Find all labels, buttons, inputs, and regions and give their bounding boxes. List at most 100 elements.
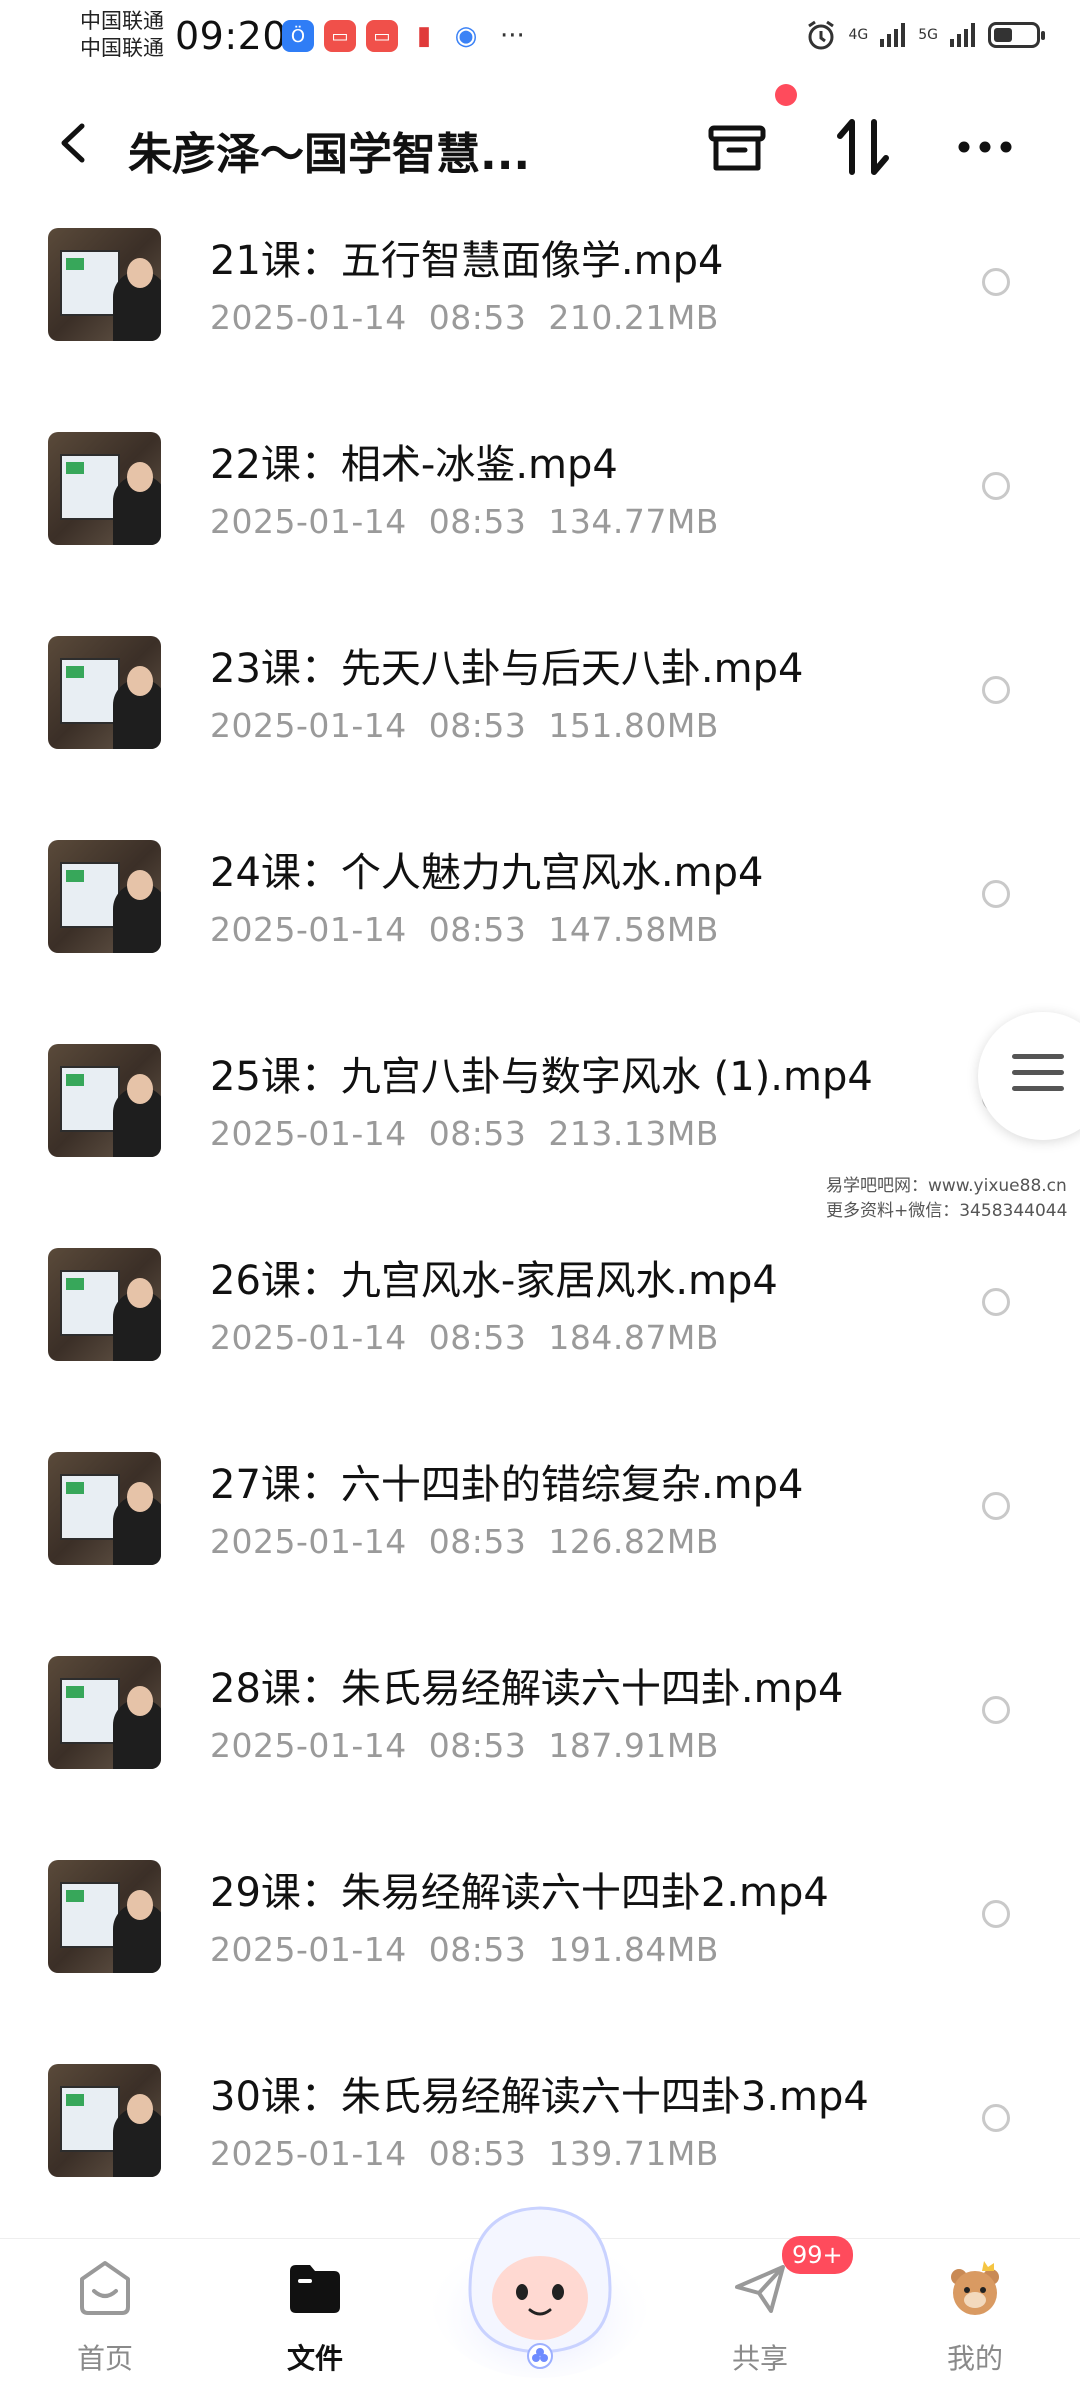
status-bar: 中国联通 中国联通 09:20 Ö ▭ ▭ ▮ ◉ ··· 4G 5G: [0, 0, 1080, 76]
file-name: 30课：朱氏易经解读六十四卦3.mp4: [210, 2074, 869, 2120]
battery-icon: [988, 22, 1045, 48]
select-checkbox[interactable]: [982, 1696, 1010, 1724]
folder-icon: [290, 2265, 340, 2313]
watermark-line-1: 易学吧吧网：www.yixue88.cn: [826, 1176, 1067, 1196]
file-date: 2025-01-14: [210, 1318, 407, 1357]
globe-icon: ◉: [450, 20, 482, 52]
carrier-1: 中国联通: [80, 9, 164, 33]
video-thumbnail: [48, 228, 161, 341]
file-name: 27课：六十四卦的错综复杂.mp4: [210, 1462, 804, 1508]
select-checkbox[interactable]: [982, 472, 1010, 500]
file-name: 23课：先天八卦与后天八卦.mp4: [210, 646, 804, 692]
file-time: 08:53: [428, 502, 527, 541]
file-date: 2025-01-14: [210, 298, 407, 337]
file-date: 2025-01-14: [210, 706, 407, 745]
file-size: 213.13MB: [548, 1114, 719, 1153]
video-thumbnail: [48, 2064, 161, 2177]
more-options-icon[interactable]: [950, 112, 1020, 182]
nav-files[interactable]: 文件: [245, 2257, 385, 2377]
menu-icon: [1012, 1054, 1064, 1102]
file-row[interactable]: 29课：朱易经解读六十四卦2.mp4 2025-01-14 08:53 191.8…: [0, 1842, 1080, 2046]
file-row[interactable]: 26课：九宫风水-家居风水.mp4 2025-01-14 08:53 184.87…: [0, 1230, 1080, 1434]
avatar-icon: [951, 2261, 999, 2315]
select-checkbox[interactable]: [982, 1900, 1010, 1928]
home-icon: [80, 2261, 130, 2315]
file-meta: 2025-01-14 08:53 126.82MB: [210, 1522, 719, 1561]
file-row[interactable]: 22课：相术-冰鉴.mp4 2025-01-14 08:53 134.77MB: [0, 414, 1080, 618]
file-meta: 2025-01-14 08:53 184.87MB: [210, 1318, 719, 1357]
file-date: 2025-01-14: [210, 1726, 407, 1765]
nav-files-label: 文件: [286, 2342, 343, 2375]
file-meta: 2025-01-14 08:53 210.21MB: [210, 298, 719, 337]
file-size: 210.21MB: [548, 298, 719, 337]
status-time: 09:20: [175, 14, 288, 58]
nav-mine[interactable]: 我的: [905, 2257, 1045, 2377]
file-size: 134.77MB: [548, 502, 719, 541]
share-count-badge: 99+: [782, 2236, 853, 2274]
file-name: 28课：朱氏易经解读六十四卦.mp4: [210, 1666, 844, 1712]
select-checkbox[interactable]: [982, 1288, 1010, 1316]
file-time: 08:53: [428, 1522, 527, 1561]
file-meta: 2025-01-14 08:53 134.77MB: [210, 502, 719, 541]
signal-icon: [950, 23, 975, 47]
file-size: 139.71MB: [548, 2134, 719, 2173]
file-time: 08:53: [428, 1114, 527, 1153]
file-row[interactable]: 28课：朱氏易经解读六十四卦.mp4 2025-01-14 08:53 187.9…: [0, 1638, 1080, 1842]
file-name: 26课：九宫风水-家居风水.mp4: [210, 1258, 778, 1304]
status-right: 4G 5G: [804, 18, 1045, 52]
video-thumbnail: [48, 1248, 161, 1361]
file-time: 08:53: [428, 298, 527, 337]
app-notification-icon: ▭: [366, 20, 398, 52]
file-size: 187.91MB: [548, 1726, 719, 1765]
file-time: 08:53: [428, 1930, 527, 1969]
select-checkbox[interactable]: [982, 880, 1010, 908]
carrier-2: 中国联通: [80, 36, 164, 60]
file-meta: 2025-01-14 08:53 147.58MB: [210, 910, 719, 949]
select-checkbox[interactable]: [982, 268, 1010, 296]
file-name: 22课：相术-冰鉴.mp4: [210, 442, 618, 488]
file-row[interactable]: 27课：六十四卦的错综复杂.mp4 2025-01-14 08:53 126.82…: [0, 1434, 1080, 1638]
video-thumbnail: [48, 1656, 161, 1769]
file-size: 184.87MB: [548, 1318, 719, 1357]
nav-home-label: 首页: [76, 2342, 133, 2375]
file-meta: 2025-01-14 08:53 151.80MB: [210, 706, 719, 745]
file-date: 2025-01-14: [210, 2134, 407, 2173]
file-time: 08:53: [428, 1726, 527, 1765]
file-time: 08:53: [428, 2134, 527, 2173]
video-thumbnail: [48, 432, 161, 545]
recycle-bin-icon[interactable]: [702, 112, 772, 182]
file-time: 08:53: [428, 706, 527, 745]
nav-mine-label: 我的: [946, 2342, 1003, 2375]
nav-share-label: 共享: [731, 2342, 788, 2375]
file-row[interactable]: 21课：五行智慧面像学.mp4 2025-01-14 08:53 210.21MB: [0, 210, 1080, 414]
video-thumbnail: [48, 1044, 161, 1157]
file-name: 24课：个人魅力九宫风水.mp4: [210, 850, 764, 896]
file-date: 2025-01-14: [210, 1522, 407, 1561]
sort-icon[interactable]: [828, 112, 898, 182]
alarm-icon: [808, 20, 835, 50]
file-list: 21课：五行智慧面像学.mp4 2025-01-14 08:53 210.21MB…: [0, 210, 1080, 2250]
file-size: 191.84MB: [548, 1930, 719, 1969]
select-checkbox[interactable]: [982, 676, 1010, 704]
notification-dot: [775, 84, 797, 106]
nav-home[interactable]: 首页: [35, 2257, 175, 2377]
network-type-1: 4G: [848, 27, 869, 43]
file-meta: 2025-01-14 08:53 213.13MB: [210, 1114, 719, 1153]
video-thumbnail: [48, 636, 161, 749]
back-arrow-icon[interactable]: [50, 118, 100, 168]
file-time: 08:53: [428, 910, 527, 949]
select-checkbox[interactable]: [982, 1492, 1010, 1520]
assistant-mascot-button[interactable]: [430, 2180, 650, 2380]
file-row[interactable]: 23课：先天八卦与后天八卦.mp4 2025-01-14 08:53 151.80…: [0, 618, 1080, 822]
paper-plane-icon: [735, 2265, 785, 2313]
folder-title: 朱彦泽～国学智慧...: [128, 129, 531, 180]
top-bar: 朱彦泽～国学智慧...: [0, 90, 1080, 200]
app-notification-icon: ▭: [324, 20, 356, 52]
select-checkbox[interactable]: [982, 2104, 1010, 2132]
nav-share[interactable]: 共享: [690, 2257, 830, 2377]
network-type-2: 5G: [918, 27, 938, 43]
file-row[interactable]: 24课：个人魅力九宫风水.mp4 2025-01-14 08:53 147.58M…: [0, 822, 1080, 1026]
book-icon: ▮: [408, 20, 440, 52]
watermark-line-2: 更多资料+微信：3458344044: [826, 1201, 1068, 1221]
carrier-labels: 中国联通 中国联通: [80, 8, 164, 62]
